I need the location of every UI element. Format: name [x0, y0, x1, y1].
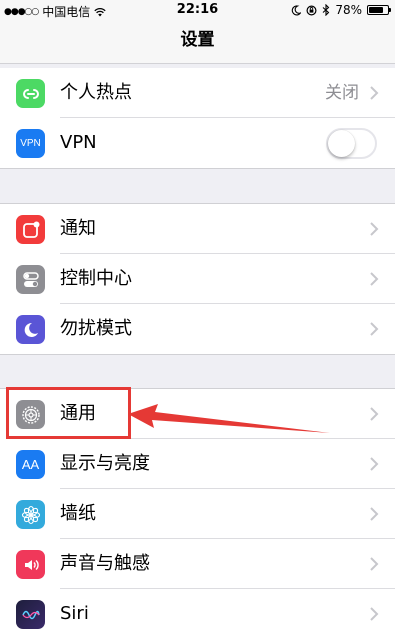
display-brightness-icon: AA [16, 450, 45, 479]
settings-row-label: Siri [60, 603, 89, 624]
chevron-right-icon [370, 222, 379, 236]
siri-icon [16, 600, 45, 629]
chevron-right-icon [370, 322, 379, 336]
sounds-icon [16, 550, 45, 579]
status-bar: ●●●○○ 中国电信 22:16 78% [0, 0, 395, 20]
settings-row-notifications[interactable]: 通知 [0, 204, 395, 254]
battery-level [369, 7, 384, 13]
settings-row-display-brightness[interactable]: AA 显示与亮度 [0, 439, 395, 489]
toggle-knob [328, 130, 355, 157]
chevron-right-icon [370, 557, 379, 571]
settings-row-label: 通知 [60, 218, 96, 239]
settings-row-wallpaper[interactable]: 墙纸 [0, 489, 395, 539]
settings-row-label: 墙纸 [60, 503, 96, 524]
settings-row-vpn[interactable]: VPN VPN [0, 118, 395, 168]
annotation-highlight-box [6, 387, 131, 439]
navigation-bar: 设置 [0, 20, 395, 64]
wallpaper-icon [16, 500, 45, 529]
do-not-disturb-icon [16, 315, 45, 344]
notifications-icon [16, 215, 45, 244]
settings-row-control-center[interactable]: 控制中心 [0, 254, 395, 304]
settings-row-do-not-disturb[interactable]: 勿扰模式 [0, 304, 395, 354]
chevron-right-icon [370, 507, 379, 521]
vpn-toggle[interactable] [326, 128, 377, 159]
bluetooth-icon [322, 4, 330, 16]
settings-row-value: 关闭 [325, 83, 359, 103]
settings-row-personal-hotspot[interactable]: 个人热点 关闭 [0, 68, 395, 118]
status-right: 78% [291, 3, 391, 17]
display-icon-text: AA [21, 457, 40, 472]
vpn-icon-text: VPN [20, 138, 41, 149]
chevron-right-icon [370, 457, 379, 471]
chevron-right-icon [370, 272, 379, 286]
moon-icon [292, 4, 302, 15]
control-center-icon [16, 265, 45, 294]
settings-row-label: 控制中心 [60, 268, 132, 289]
settings-row-label: 个人热点 [60, 82, 132, 103]
group-connectivity: 个人热点 关闭 VPN VPN [0, 68, 395, 169]
settings-row-label: VPN [60, 132, 97, 153]
battery-percent: 78% [335, 3, 362, 17]
page-title: 设置 [180, 30, 215, 50]
orientation-lock-icon [306, 4, 317, 16]
personal-hotspot-icon [16, 79, 45, 108]
settings-row-sounds[interactable]: 声音与触感 [0, 539, 395, 589]
settings-row-siri[interactable]: Siri [0, 589, 395, 634]
battery-icon [367, 5, 391, 15]
chevron-right-icon [370, 86, 379, 100]
chevron-right-icon [370, 607, 379, 621]
chevron-right-icon [370, 407, 379, 421]
settings-row-label: 声音与触感 [60, 553, 150, 574]
vpn-icon: VPN [16, 129, 45, 158]
group-notifications: 通知 控制中心 勿扰模式 [0, 203, 395, 355]
settings-row-label: 显示与亮度 [60, 453, 150, 474]
settings-row-label: 勿扰模式 [60, 318, 132, 339]
